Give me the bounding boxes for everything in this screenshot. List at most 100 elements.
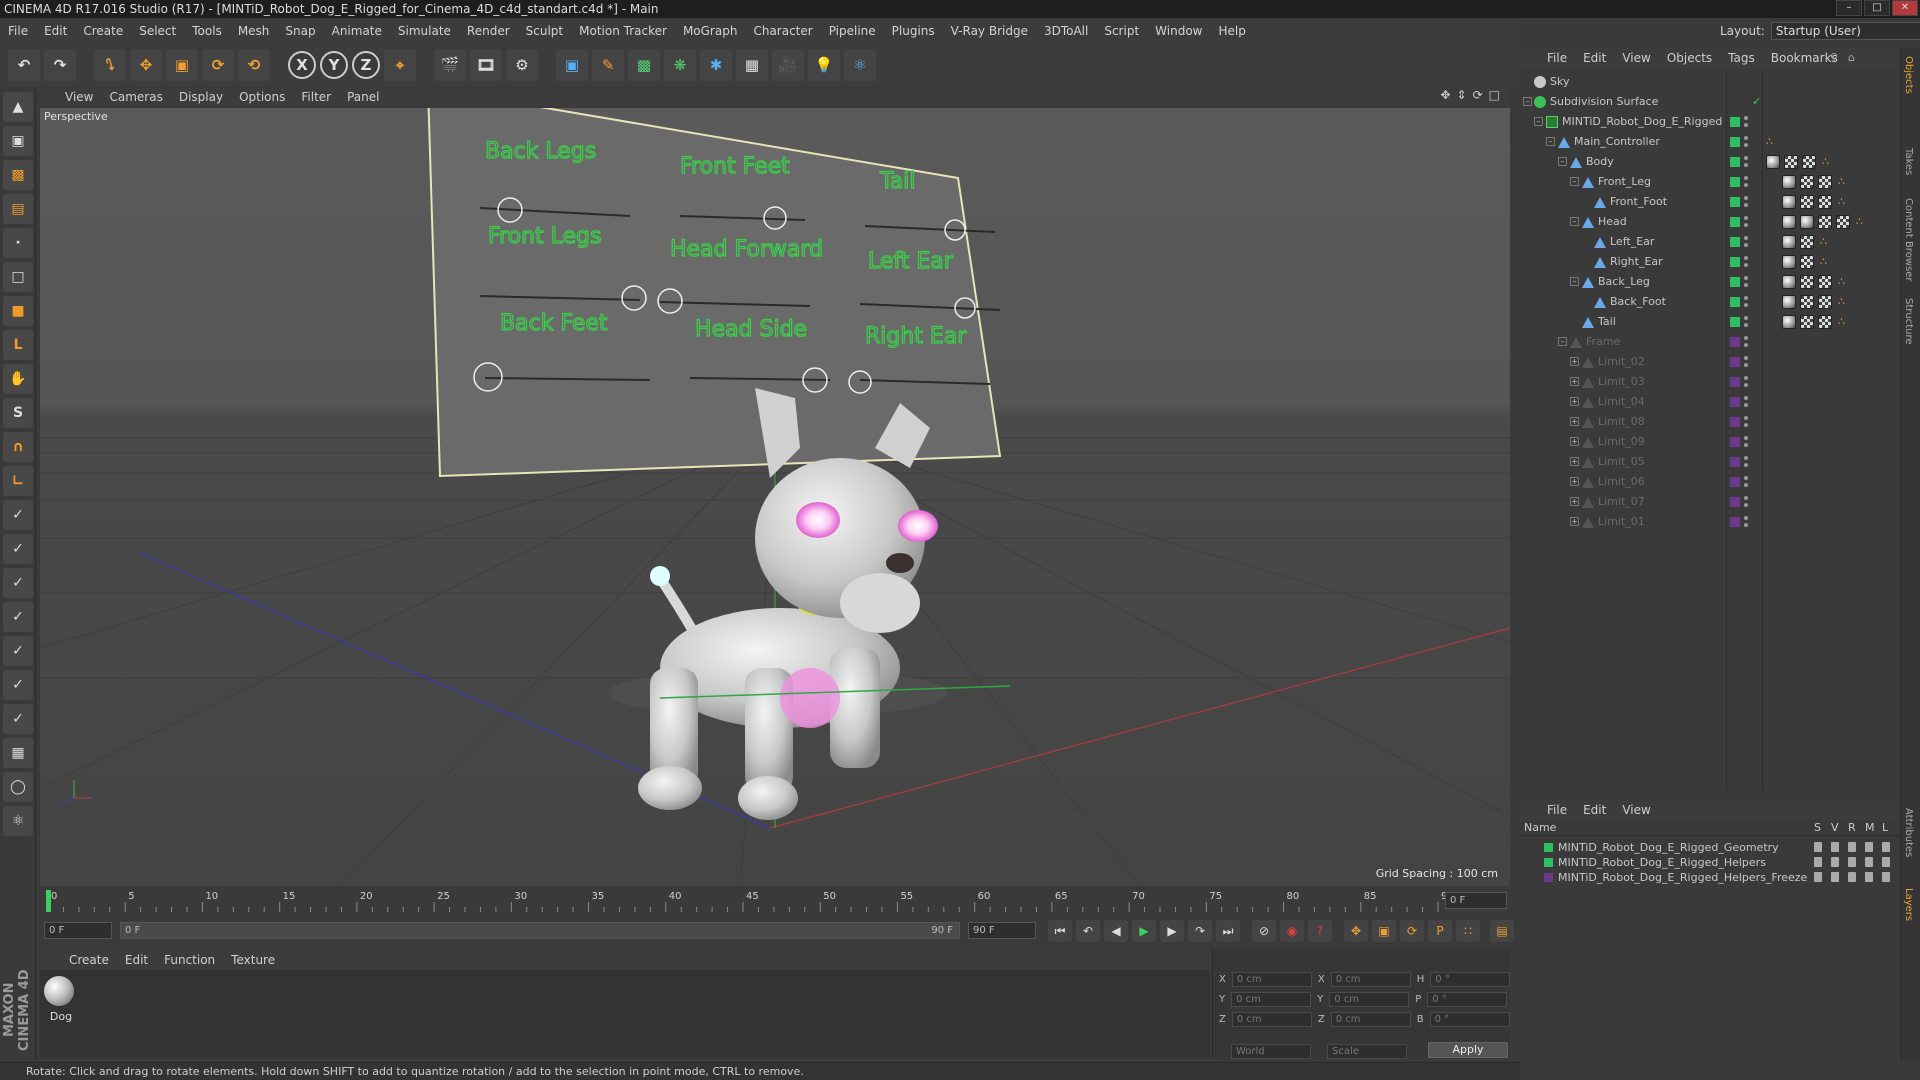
texture-tag-icon[interactable]: [1802, 155, 1816, 169]
object-row-right-ear[interactable]: Right_Ear ∴: [1520, 252, 1900, 272]
collapse-icon[interactable]: –: [1570, 217, 1579, 226]
visibility-dots[interactable]: [1744, 156, 1748, 168]
snapping-icon[interactable]: S: [3, 398, 33, 428]
collapse-icon[interactable]: –: [1558, 337, 1567, 346]
expand-icon[interactable]: +: [1570, 397, 1579, 406]
brush-tool-7-icon[interactable]: ✓: [3, 704, 33, 734]
select-arrow-icon[interactable]: ⭛: [94, 49, 126, 81]
expand-icon[interactable]: +: [1570, 357, 1579, 366]
scale-icon[interactable]: ▣: [166, 49, 198, 81]
layer-row-helpers-freeze[interactable]: MINTiD_Robot_Dog_E_Rigged_Helpers_Freeze: [1520, 870, 1900, 885]
tab-objects[interactable]: Objects: [1903, 56, 1914, 94]
end-frame-field[interactable]: 90 F: [968, 922, 1036, 939]
next-key-icon[interactable]: ↷: [1188, 920, 1212, 942]
object-row-front-leg[interactable]: – Front_Leg ∴: [1520, 172, 1900, 192]
current-frame-field[interactable]: 0 F: [1445, 892, 1507, 909]
visibility-dots[interactable]: [1744, 336, 1748, 348]
texture-tag-icon[interactable]: [1818, 295, 1832, 309]
texture-tag-icon[interactable]: [1818, 315, 1832, 329]
python-script-icon[interactable]: ⚛: [3, 806, 33, 836]
layers-menu-view[interactable]: View: [1615, 803, 1657, 817]
material-tag-icon[interactable]: [1782, 195, 1796, 209]
rotation-b-field[interactable]: 0 °: [1429, 1012, 1510, 1027]
layer-color-swatch[interactable]: [1730, 397, 1740, 407]
x-axis-lock-button[interactable]: X: [288, 51, 316, 79]
floor-scene-icon[interactable]: ▦: [736, 49, 768, 81]
visibility-dots[interactable]: [1744, 496, 1748, 508]
layer-row-geometry[interactable]: MINTiD_Robot_Dog_E_Rigged_Geometry: [1520, 840, 1900, 855]
visibility-dots[interactable]: [1744, 396, 1748, 408]
object-row-limit-07[interactable]: + Limit_07: [1520, 492, 1900, 512]
layer-color-swatch[interactable]: [1544, 843, 1553, 852]
tab-structure[interactable]: Structure: [1903, 298, 1914, 345]
goto-end-icon[interactable]: ⏭: [1216, 920, 1240, 942]
enabled-check-icon[interactable]: ✓: [1752, 92, 1761, 112]
layer-color-swatch[interactable]: [1730, 517, 1740, 527]
previous-frame-icon[interactable]: ◀: [1104, 920, 1128, 942]
position-z-field[interactable]: 0 cm: [1231, 1012, 1312, 1027]
material-tag-icon[interactable]: [1782, 215, 1796, 229]
collapse-icon[interactable]: –: [1570, 277, 1579, 286]
layer-color-swatch[interactable]: [1730, 197, 1740, 207]
autokey-icon[interactable]: ?: [1308, 920, 1332, 942]
object-row-limit-04[interactable]: + Limit_04: [1520, 392, 1900, 412]
checkerboard-tool-icon[interactable]: ▦: [3, 738, 33, 768]
collapse-icon[interactable]: –: [1523, 97, 1532, 106]
object-row-main-controller[interactable]: – Main_Controller ∴: [1520, 132, 1900, 152]
object-row-tail[interactable]: Tail ∴: [1520, 312, 1900, 332]
undo-icon[interactable]: ↶: [8, 49, 40, 81]
collapse-icon[interactable]: –: [1558, 157, 1567, 166]
layer-toggles[interactable]: [1814, 857, 1890, 867]
texture-tag-icon[interactable]: [1784, 155, 1798, 169]
collapse-icon[interactable]: –: [1534, 117, 1543, 126]
material-menu-function[interactable]: Function: [157, 953, 222, 967]
visibility-dots[interactable]: [1744, 376, 1748, 388]
redo-icon[interactable]: ↷: [44, 49, 76, 81]
timeline-ruler[interactable]: 051015202530354045505560657075808590 0 F: [40, 888, 1510, 914]
spline-pen-icon[interactable]: ✎: [592, 49, 624, 81]
home-icon[interactable]: ⌂: [1848, 51, 1855, 64]
polygons-mode-icon[interactable]: ■: [3, 296, 33, 326]
previous-key-icon[interactable]: ↶: [1076, 920, 1100, 942]
rotate-icon[interactable]: ⟳: [202, 49, 234, 81]
tab-attributes[interactable]: Attributes: [1903, 808, 1914, 857]
ik-tag-icon[interactable]: ∴: [1820, 255, 1830, 269]
rotation-p-field[interactable]: 0 °: [1427, 992, 1508, 1007]
z-axis-lock-button[interactable]: Z: [352, 51, 380, 79]
preview-range-slider[interactable]: 0 F 90 F: [120, 922, 960, 939]
workplane-axis-icon[interactable]: ∟: [3, 466, 33, 496]
layer-color-swatch[interactable]: [1730, 357, 1740, 367]
ik-tag-icon[interactable]: ∴: [1838, 195, 1848, 209]
expand-icon[interactable]: +: [1570, 517, 1579, 526]
play-icon[interactable]: ▶: [1132, 920, 1156, 942]
object-row-limit-05[interactable]: + Limit_05: [1520, 452, 1900, 472]
material-preview-dog[interactable]: [44, 976, 74, 1006]
ik-tag-icon[interactable]: ∴: [1822, 155, 1832, 169]
layer-color-swatch[interactable]: [1730, 277, 1740, 287]
visibility-dots[interactable]: [1744, 356, 1748, 368]
texture-tag-icon[interactable]: [1836, 215, 1850, 229]
layer-color-swatch[interactable]: [1730, 457, 1740, 467]
ik-tag-icon[interactable]: ∴: [1838, 295, 1848, 309]
menu-mesh[interactable]: Mesh: [230, 24, 278, 38]
layer-color-swatch[interactable]: [1730, 477, 1740, 487]
timeline-layout-icon[interactable]: ▤: [1490, 920, 1514, 942]
apply-button[interactable]: Apply: [1428, 1042, 1508, 1058]
key-parameter-icon[interactable]: P: [1428, 920, 1452, 942]
visibility-dots[interactable]: [1744, 316, 1748, 328]
object-row-head[interactable]: – Head ∴: [1520, 212, 1900, 232]
next-frame-icon[interactable]: ▶: [1160, 920, 1184, 942]
object-row-limit-01[interactable]: + Limit_01: [1520, 512, 1900, 532]
minimize-icon[interactable]: –: [1836, 0, 1862, 16]
menu-help[interactable]: Help: [1210, 24, 1253, 38]
texture-tag-icon[interactable]: [1800, 255, 1814, 269]
visibility-dots[interactable]: [1744, 116, 1748, 128]
collapse-icon[interactable]: –: [1546, 137, 1555, 146]
python-icon[interactable]: ⚛: [844, 49, 876, 81]
visibility-dots[interactable]: [1744, 256, 1748, 268]
objects-menu-view[interactable]: View: [1615, 51, 1657, 65]
ik-tag-icon[interactable]: ∴: [1766, 135, 1776, 149]
object-row-back-leg[interactable]: – Back_Leg ∴: [1520, 272, 1900, 292]
layer-color-swatch[interactable]: [1730, 137, 1740, 147]
size-z-field[interactable]: 0 cm: [1330, 1012, 1411, 1027]
